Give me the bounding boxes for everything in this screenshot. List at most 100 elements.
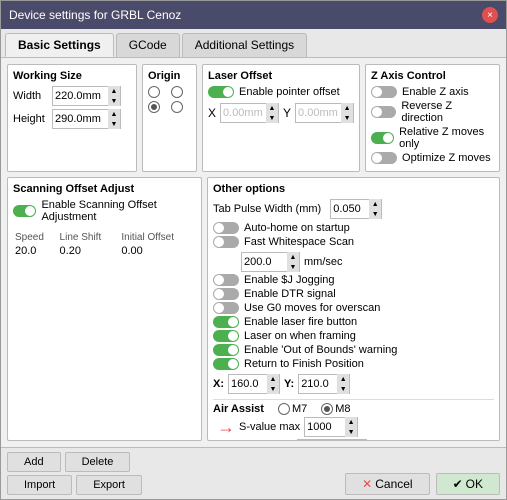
height-up-button[interactable]: ▲ [108, 109, 120, 119]
y-coord-input[interactable] [299, 375, 337, 393]
height-label: Height [13, 113, 48, 125]
speed-input[interactable] [242, 253, 287, 271]
y-input-wrap[interactable]: ▲ ▼ [295, 103, 354, 123]
speed-input-wrap[interactable]: ▲ ▼ [241, 252, 300, 272]
title-bar: Device settings for GRBL Cenoz × [1, 1, 506, 29]
s-value-up[interactable]: ▲ [345, 417, 357, 427]
s-value-input[interactable] [305, 418, 345, 436]
baud-rate-select[interactable]: 115,200 [297, 439, 367, 441]
width-spinners: ▲ ▼ [108, 86, 120, 106]
tab-pulse-up[interactable]: ▲ [369, 199, 381, 209]
m8-radio[interactable] [321, 403, 333, 415]
s-value-down[interactable]: ▼ [345, 427, 357, 437]
height-down-button[interactable]: ▼ [108, 119, 120, 129]
tab-pulse-input-wrap[interactable]: ▲ ▼ [330, 199, 382, 219]
origin-top-left[interactable] [148, 86, 168, 98]
origin-section: Origin [142, 64, 197, 172]
cancel-label: Cancel [375, 477, 412, 491]
speed-down[interactable]: ▼ [287, 262, 299, 272]
height-spinners: ▲ ▼ [108, 109, 120, 129]
y-coord-up[interactable]: ▲ [337, 374, 349, 384]
tab-basic-settings[interactable]: Basic Settings [5, 33, 114, 57]
optimize-z-toggle[interactable] [371, 152, 397, 164]
return-finish-toggle[interactable] [213, 358, 239, 370]
delete-button[interactable]: Delete [65, 452, 131, 472]
tab-bar: Basic Settings GCode Additional Settings [1, 29, 506, 58]
width-up-button[interactable]: ▲ [108, 86, 120, 96]
y-offset-input[interactable] [296, 104, 341, 122]
scanning-title: Scanning Offset Adjust [13, 183, 196, 195]
out-of-bounds-toggle[interactable] [213, 344, 239, 356]
line-shift-cell: 0.20 [58, 244, 120, 258]
speed-col-header: Speed [13, 231, 58, 244]
air-assist-label: Air Assist [213, 403, 264, 415]
origin-bottom-right[interactable] [171, 101, 191, 113]
m7-radio[interactable] [278, 403, 290, 415]
y-coord-label: Y: [284, 378, 294, 390]
y-up-button[interactable]: ▲ [341, 103, 353, 113]
speed-up[interactable]: ▲ [287, 252, 299, 262]
enable-laser-toggle[interactable] [213, 316, 239, 328]
y-coord-down[interactable]: ▼ [337, 384, 349, 394]
close-button[interactable]: × [482, 7, 498, 23]
tab-gcode[interactable]: GCode [116, 33, 180, 57]
fast-whitespace-toggle[interactable] [213, 236, 239, 248]
x-coord-up[interactable]: ▲ [267, 374, 279, 384]
pointer-offset-toggle[interactable] [208, 86, 234, 98]
origin-br-radio[interactable] [171, 101, 183, 113]
origin-tl-radio[interactable] [148, 86, 160, 98]
relative-z-toggle[interactable] [371, 132, 394, 144]
width-label: Width [13, 90, 48, 102]
tab-pulse-input[interactable] [331, 200, 369, 218]
export-button[interactable]: Export [76, 475, 142, 495]
scanning-offset-section: Scanning Offset Adjust Enable Scanning O… [7, 177, 202, 441]
footer: Add Delete Import Export ✕ Cancel ✔ OK [1, 447, 506, 499]
laser-offset-title: Laser Offset [208, 70, 354, 82]
width-input[interactable] [53, 87, 108, 105]
ok-button[interactable]: ✔ OK [436, 473, 500, 495]
origin-top-right[interactable] [171, 86, 191, 98]
origin-bottom-left[interactable] [148, 101, 168, 113]
y-label: Y [283, 106, 291, 120]
ok-icon: ✔ [453, 477, 463, 491]
tab-pulse-down[interactable]: ▼ [369, 209, 381, 219]
s-value-input-wrap[interactable]: ▲ ▼ [304, 417, 358, 437]
x-coord-input-wrap[interactable]: ▲ ▼ [228, 374, 280, 394]
x-coord-input[interactable] [229, 375, 267, 393]
x-offset-input[interactable] [221, 104, 266, 122]
cancel-icon: ✕ [362, 477, 372, 491]
speed-unit: mm/sec [304, 256, 343, 268]
origin-tr-radio[interactable] [171, 86, 183, 98]
y-coord-input-wrap[interactable]: ▲ ▼ [298, 374, 350, 394]
working-size-title: Working Size [13, 70, 131, 82]
enable-z-toggle[interactable] [371, 86, 397, 98]
laser-framing-toggle[interactable] [213, 330, 239, 342]
tab-additional-settings[interactable]: Additional Settings [182, 33, 307, 57]
auto-home-toggle[interactable] [213, 222, 239, 234]
s-value-label: S-value max [239, 421, 300, 433]
ok-label: OK [466, 477, 483, 491]
z-axis-section: Z Axis Control Enable Z axis Reverse Z d… [365, 64, 500, 172]
scanning-table: Speed Line Shift Initial Offset 20.0 0.2… [13, 231, 196, 258]
reverse-z-toggle[interactable] [371, 106, 396, 118]
fast-whitespace-label: Fast Whitespace Scan [244, 236, 354, 248]
width-input-wrap[interactable]: ▲ ▼ [52, 86, 121, 106]
y-down-button[interactable]: ▼ [341, 113, 353, 123]
enable-dtr-toggle[interactable] [213, 288, 239, 300]
enable-scanning-toggle[interactable] [13, 205, 36, 217]
height-input[interactable] [53, 110, 108, 128]
add-button[interactable]: Add [7, 452, 61, 472]
origin-bl-radio[interactable] [148, 101, 160, 113]
import-button[interactable]: Import [7, 475, 72, 495]
cancel-button[interactable]: ✕ Cancel [345, 473, 429, 495]
width-down-button[interactable]: ▼ [108, 96, 120, 106]
line-shift-col-header: Line Shift [58, 231, 120, 244]
x-input-wrap[interactable]: ▲ ▼ [220, 103, 279, 123]
enable-sj-toggle[interactable] [213, 274, 239, 286]
use-g0-toggle[interactable] [213, 302, 239, 314]
x-down-button[interactable]: ▼ [266, 113, 278, 123]
height-input-wrap[interactable]: ▲ ▼ [52, 109, 121, 129]
enable-scanning-label: Enable Scanning Offset Adjustment [41, 199, 196, 223]
x-coord-down[interactable]: ▼ [267, 384, 279, 394]
x-up-button[interactable]: ▲ [266, 103, 278, 113]
